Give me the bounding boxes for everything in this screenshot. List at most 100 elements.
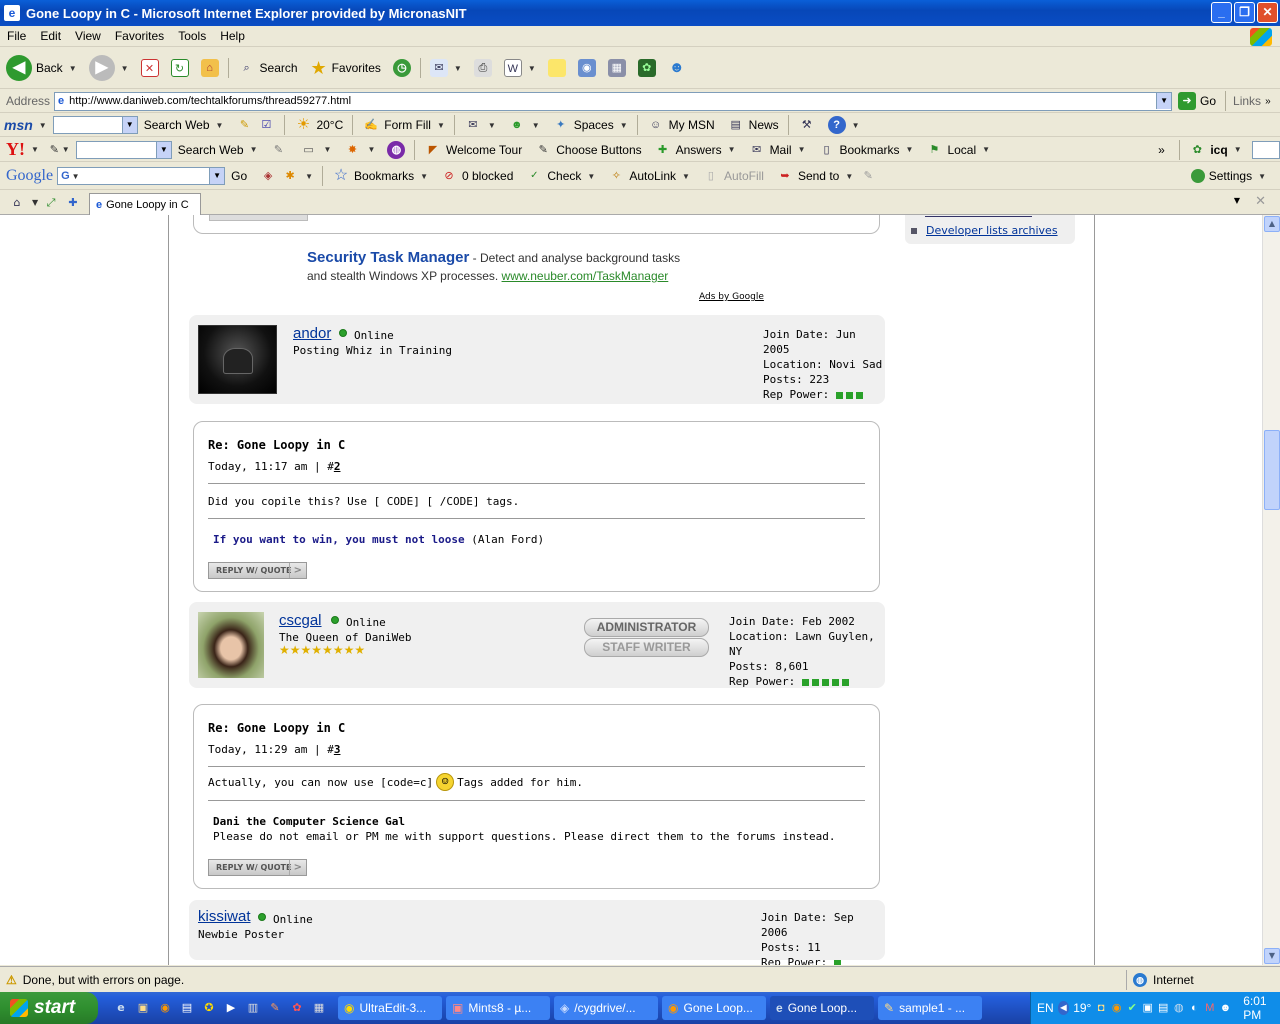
tab-list-icon[interactable]: ⤢ <box>42 194 60 212</box>
autofill-button[interactable]: ▯ AutoFill <box>696 167 770 185</box>
weather-button[interactable]: ☀ 20°C <box>288 116 349 134</box>
quicklaunch-icon-9[interactable]: ✿ <box>288 999 306 1017</box>
ad-title-link[interactable]: Security Task Manager <box>307 249 469 266</box>
quicklaunch-icon-7[interactable]: ▥ <box>244 999 262 1017</box>
history-button[interactable]: ◷ <box>387 59 417 77</box>
icq-input[interactable] <box>1251 140 1280 159</box>
new-tab-icon[interactable]: ✚ <box>64 194 82 212</box>
send-to-button[interactable]: ➥ Send to ▼ <box>770 167 859 185</box>
language-indicator[interactable]: EN <box>1037 1001 1054 1015</box>
address-dropdown-icon[interactable]: ▼ <box>1156 92 1172 109</box>
username-link[interactable]: andor <box>293 325 331 342</box>
vertical-scrollbar[interactable]: ▲ ▼ <box>1262 215 1280 965</box>
google-bookmarks-button[interactable]: ☆ Bookmarks ▼ <box>326 167 434 185</box>
yahoo-search-input[interactable]: ▼ <box>75 140 172 159</box>
task-mints8[interactable]: ▣ Mints8 - µ... <box>446 996 550 1020</box>
menu-file[interactable]: File <box>0 29 33 43</box>
temperature[interactable]: 19° <box>1073 1001 1091 1015</box>
menu-tools[interactable]: Tools <box>171 29 213 43</box>
username-link[interactable]: cscgal <box>279 612 322 629</box>
google-search-input[interactable]: G ▼ ▼ <box>57 167 226 185</box>
tab-list-dropdown-icon[interactable]: ▼ <box>1234 196 1240 205</box>
autolink-button[interactable]: ✧ AutoLink ▼ <box>601 167 696 185</box>
task-sample1[interactable]: ✎ sample1 - ... <box>878 996 982 1020</box>
previous-reply-button[interactable] <box>209 215 308 221</box>
links-button[interactable]: Links <box>1229 94 1265 108</box>
scroll-down-icon[interactable]: ▼ <box>1264 948 1280 964</box>
quicklaunch-icon-2[interactable]: ▣ <box>134 999 152 1017</box>
favorites-button[interactable]: ★ Favorites <box>304 59 387 77</box>
yahoo-antispy-button[interactable]: ✸ ▼ <box>337 141 381 159</box>
scroll-thumb[interactable] <box>1264 430 1280 510</box>
google-logo[interactable]: Google <box>0 167 57 185</box>
tray-icon-7[interactable]: ◐ <box>1189 999 1201 1017</box>
media-icon[interactable]: ▶ <box>222 999 240 1017</box>
choose-buttons-button[interactable]: ✎ Choose Buttons <box>528 141 647 159</box>
scroll-up-icon[interactable]: ▲ <box>1264 216 1280 232</box>
eraser-icon[interactable]: ✎ <box>859 167 877 185</box>
developer-lists-link[interactable]: Developer lists archives <box>926 224 1058 237</box>
quick-tabs-icon[interactable]: ⌂ <box>8 194 26 212</box>
chevron-more-icon[interactable]: » <box>1158 143 1165 157</box>
menu-view[interactable]: View <box>68 29 108 43</box>
google-go-button[interactable]: Go <box>225 169 253 183</box>
ads-by-google-link[interactable]: Ads by Google <box>699 292 764 302</box>
yahoo-bookmarks-button[interactable]: ▯ Bookmarks ▼ <box>812 141 920 159</box>
tray-icon-5[interactable]: ▤ <box>1157 999 1169 1017</box>
yahoo-logo[interactable]: Y! <box>0 139 29 160</box>
research-button[interactable]: ◉ <box>572 59 602 77</box>
post-number-link[interactable]: 3 <box>334 743 341 756</box>
msn-search-web-button[interactable]: Search Web ▼ <box>138 118 230 132</box>
my-msn-button[interactable]: ☺ My MSN <box>641 116 721 134</box>
msn-logo[interactable]: msn <box>0 117 37 133</box>
close-button[interactable]: ✕ <box>1257 2 1278 23</box>
task-cygdrive[interactable]: ◈/cygdrive/... <box>554 996 658 1020</box>
stop-button[interactable]: ✕ <box>135 59 165 77</box>
address-input[interactable]: e http://www.daniweb.com/techtalkforums/… <box>54 91 1173 111</box>
edit-button[interactable]: W ▼ <box>498 59 542 77</box>
home-button[interactable]: ⌂ <box>195 59 225 77</box>
quicklaunch-icon-10[interactable]: ▦ <box>310 999 328 1017</box>
task-gone-loopy-ie[interactable]: e Gone Loop... <box>770 996 874 1020</box>
menu-favorites[interactable]: Favorites <box>108 29 171 43</box>
form-fill-button[interactable]: ✍ Form Fill ▼ <box>356 116 451 134</box>
tray-icon-1[interactable]: ◘ <box>1095 999 1107 1017</box>
post-number-link[interactable]: 2 <box>334 460 341 473</box>
reply-with-quote-button[interactable]: REPLY W/ QUOTE <box>208 562 307 579</box>
msn-search-input[interactable]: ▼ <box>52 116 138 134</box>
ie-quicklaunch-icon[interactable]: e <box>112 999 130 1017</box>
tray-icon-4[interactable]: ▣ <box>1142 999 1154 1017</box>
tools-button[interactable]: ▦ <box>602 59 632 77</box>
msn-mail-button[interactable]: ✉ ▼ <box>458 116 502 134</box>
tray-icon-8[interactable]: M <box>1204 999 1216 1017</box>
answers-button[interactable]: ✚ Answers ▼ <box>648 141 742 159</box>
settings-button[interactable]: Settings ▼ <box>1185 169 1272 183</box>
task-ultraedit[interactable]: ◉ UltraEdit-3... <box>338 996 442 1020</box>
spaces-button[interactable]: ✦ Spaces ▼ <box>546 116 634 134</box>
welcome-tour-button[interactable]: ◤ Welcome Tour <box>418 141 528 159</box>
tray-icon-3[interactable]: ✔ <box>1126 999 1138 1017</box>
yahoo-form-button[interactable]: ▭ ▼ <box>294 141 338 159</box>
quicklaunch-icon-4[interactable]: ▤ <box>178 999 196 1017</box>
messenger-tray-icon[interactable]: ☻ <box>1220 999 1232 1017</box>
notes-button[interactable] <box>542 59 572 77</box>
username-link[interactable]: kissiwat <box>198 908 251 925</box>
pencil-icon[interactable]: ✎ <box>49 141 60 159</box>
yahoo-search-web-button[interactable]: Search Web ▼ <box>172 143 264 157</box>
yahoo-mail-button[interactable]: ✉ Mail ▼ <box>742 141 812 159</box>
quicklaunch-icon-8[interactable]: ✎ <box>266 999 284 1017</box>
ad-url-link[interactable]: www.neuber.com/TaskManager <box>502 269 669 283</box>
messenger-button[interactable]: ☻ <box>662 59 692 77</box>
start-button[interactable]: start <box>0 992 98 1024</box>
avatar[interactable] <box>198 325 277 394</box>
google-extra-buttons[interactable]: ◈ ✱ ▼ <box>253 167 319 185</box>
mail-button[interactable]: ✉ ▼ <box>424 59 468 77</box>
close-tab-icon[interactable]: ✕ <box>1255 194 1266 209</box>
refresh-button[interactable]: ↻ <box>165 59 195 77</box>
print-button[interactable]: ⎙ <box>468 59 498 77</box>
avatar[interactable] <box>198 612 264 678</box>
msn-buddies-button[interactable]: ☻ ▼ <box>502 116 546 134</box>
popup-blocked-button[interactable]: ⊘ 0 blocked <box>434 167 519 185</box>
tray-icon-2[interactable]: ◉ <box>1111 999 1123 1017</box>
firefox-icon[interactable]: ◉ <box>156 999 174 1017</box>
